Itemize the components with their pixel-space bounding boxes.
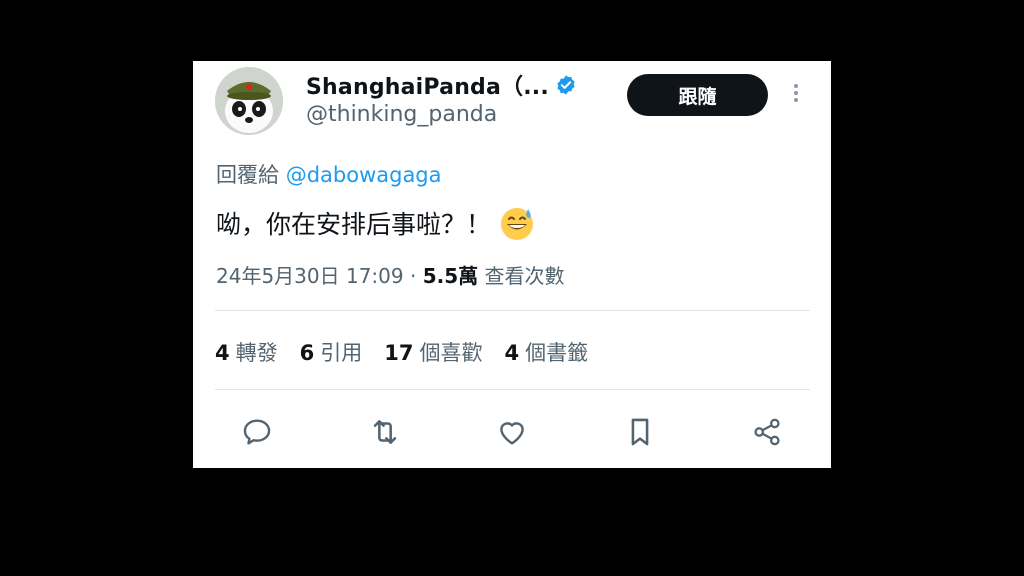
bookmark-icon <box>631 418 649 446</box>
grinning-sweat-emoji-icon <box>501 208 534 240</box>
tweet-card: ShanghaiPanda（... @thinking_panda 跟隨 回覆給… <box>193 61 831 468</box>
stat-likes[interactable]: 17 個喜歡 <box>384 337 482 367</box>
stat-quotes[interactable]: 6 引用 <box>300 337 363 367</box>
share-button[interactable] <box>747 411 787 453</box>
follow-button[interactable]: 跟隨 <box>627 74 768 116</box>
reply-button[interactable] <box>237 411 277 453</box>
divider <box>215 310 810 311</box>
retweet-icon <box>373 420 397 444</box>
reply-mention-link[interactable]: @dabowagaga <box>286 163 442 187</box>
timestamp[interactable]: 24年5月30日 17:09 <box>216 264 404 288</box>
share-icon <box>754 418 780 446</box>
reply-context: 回覆給 @dabowagaga <box>216 159 442 189</box>
stat-retweets[interactable]: 4 轉發 <box>215 337 278 367</box>
tweet-text: 呦，你在安排后事啦？！ <box>216 210 492 239</box>
meta-separator: · <box>403 264 423 288</box>
action-bar <box>193 411 831 455</box>
panda-avatar-icon <box>215 67 283 135</box>
author-handle[interactable]: @thinking_panda <box>306 102 497 127</box>
author-display-name[interactable]: ShanghaiPanda（... <box>306 69 549 101</box>
views-count: 5.5萬 <box>422 264 479 288</box>
views-label[interactable]: 查看次數 <box>485 264 565 288</box>
divider <box>215 389 810 390</box>
bookmark-button[interactable] <box>620 411 660 453</box>
engagement-stats: 4 轉發 6 引用 17 個喜歡 4 個書籤 <box>215 337 610 367</box>
tweet-meta: 24年5月30日 17:09 · 5.5萬 查看次數 <box>216 260 565 289</box>
like-button[interactable] <box>492 411 532 453</box>
avatar[interactable] <box>215 67 283 135</box>
verified-badge-icon <box>557 75 575 95</box>
retweet-button[interactable] <box>365 411 405 453</box>
more-options-icon[interactable] <box>787 81 805 111</box>
like-icon <box>500 422 524 445</box>
tweet-body: 呦，你在安排后事啦？！ <box>216 205 535 241</box>
stat-bookmarks[interactable]: 4 個書籤 <box>504 337 588 367</box>
reply-prefix: 回覆給 <box>216 163 279 187</box>
reply-icon <box>243 419 271 445</box>
